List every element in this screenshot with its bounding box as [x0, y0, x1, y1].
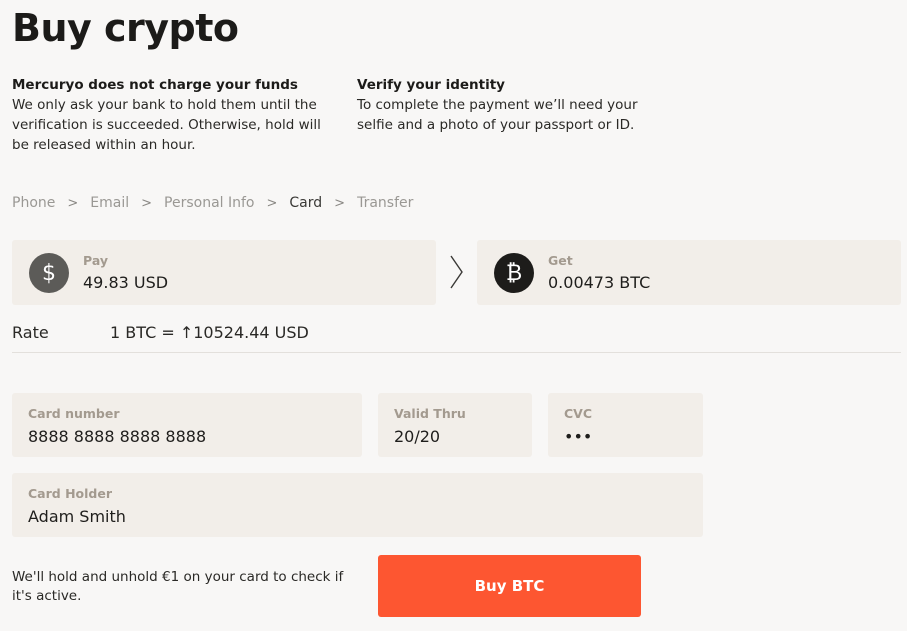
info-heading: Verify your identity	[357, 77, 505, 93]
card-number-field[interactable]: Card number 8888 8888 8888 8888	[12, 393, 362, 457]
valid-thru-label: Valid Thru	[394, 406, 466, 421]
breadcrumb-step-transfer: Transfer	[357, 195, 414, 211]
breadcrumb: Phone > Email > Personal Info > Card > T…	[12, 195, 413, 211]
buy-btc-button[interactable]: Buy BTC	[378, 555, 641, 617]
cvc-label: CVC	[564, 406, 593, 421]
pay-amount-box[interactable]: $ Pay 49.83 USD	[12, 240, 436, 305]
breadcrumb-step-card: Card	[289, 195, 323, 211]
card-holder-field[interactable]: Card Holder Adam Smith	[12, 473, 703, 537]
divider	[12, 352, 901, 353]
chevron-right-icon: >	[266, 195, 278, 211]
info-text: We only ask your bank to hold them until…	[12, 97, 321, 153]
hold-notice: We'll hold and unhold €1 on your card to…	[12, 569, 344, 604]
get-label: Get	[548, 253, 573, 268]
pay-value: 49.83 USD	[83, 273, 169, 292]
valid-thru-value[interactable]: 20/20	[394, 427, 440, 446]
breadcrumb-step-personal-info[interactable]: Personal Info	[164, 195, 254, 211]
chevron-right-icon: >	[141, 195, 153, 211]
info-heading: Mercuryo does not charge your funds	[12, 77, 298, 93]
dollar-icon: $	[29, 253, 69, 293]
get-value: 0.00473 BTC	[548, 273, 651, 292]
rate-label: Rate	[12, 323, 49, 342]
chevron-right-icon: >	[334, 195, 346, 211]
breadcrumb-step-phone[interactable]: Phone	[12, 195, 55, 211]
card-number-label: Card number	[28, 406, 120, 421]
card-holder-value[interactable]: Adam Smith	[28, 507, 126, 526]
page-title: Buy crypto	[12, 6, 239, 50]
cvc-value[interactable]: •••	[564, 427, 592, 446]
chevron-right-icon: >	[67, 195, 79, 211]
cvc-field[interactable]: CVC •••	[548, 393, 703, 457]
get-amount-box[interactable]: ₿ Get 0.00473 BTC	[477, 240, 901, 305]
info-verify: Verify your identity To complete the pay…	[357, 75, 657, 135]
chevron-right-icon	[450, 255, 463, 289]
info-text: To complete the payment we’ll need your …	[357, 97, 638, 133]
rate-value: 1 BTC = ↑10524.44 USD	[110, 323, 309, 342]
pay-label: Pay	[83, 253, 109, 268]
card-holder-label: Card Holder	[28, 486, 112, 501]
breadcrumb-step-email[interactable]: Email	[90, 195, 129, 211]
bitcoin-icon: ₿	[494, 253, 534, 293]
card-number-value[interactable]: 8888 8888 8888 8888	[28, 427, 206, 446]
info-no-charge: Mercuryo does not charge your funds We o…	[12, 75, 332, 155]
valid-thru-field[interactable]: Valid Thru 20/20	[378, 393, 532, 457]
